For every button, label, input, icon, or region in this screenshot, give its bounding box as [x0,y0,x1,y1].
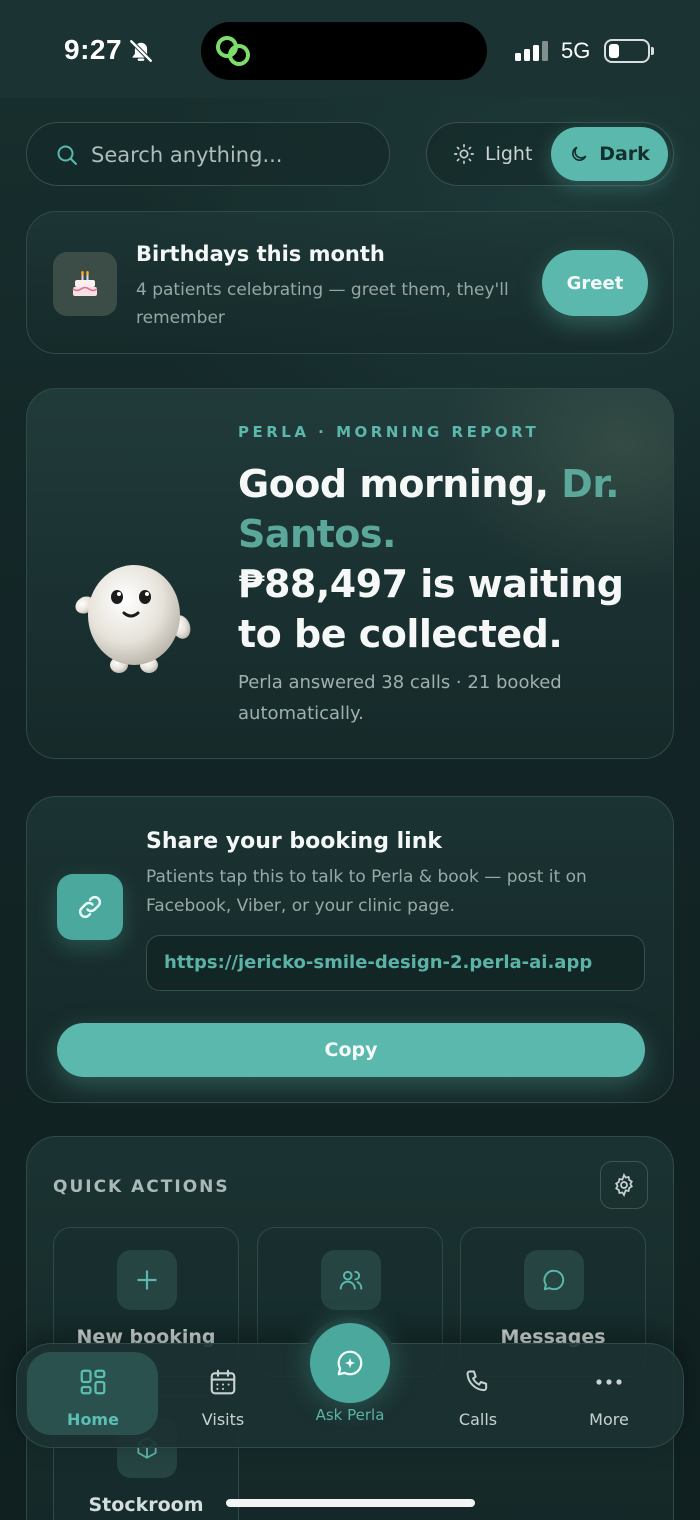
search-bar[interactable]: Search anything... [26,122,390,186]
search-placeholder: Search anything... [91,143,283,167]
search-icon [55,143,79,171]
grid-icon [33,1366,153,1398]
theme-dark-label: Dark [599,143,650,165]
copy-button[interactable]: Copy [57,1023,645,1077]
nav-label: Calls [458,1410,498,1429]
birthday-card: Birthdays this month 4 patients celebrat… [26,211,674,354]
home-indicator [226,1499,475,1507]
theme-dark-option[interactable]: Dark [551,127,668,181]
birthday-title: Birthdays this month [136,242,385,266]
link-icon [57,874,123,940]
ask-perla-button[interactable] [304,1317,396,1409]
theme-light-label: Light [485,143,533,165]
perla-mascot-icon [69,549,199,683]
nav-label: More [589,1410,629,1429]
status-time: 9:27 [64,34,123,65]
network-type: 5G [561,38,591,63]
nav-item-more[interactable]: More [549,1366,669,1429]
report-kicker: PERLA · MORNING REPORT [238,423,540,441]
booking-url-field[interactable]: https://jericko-smile-design-2.perla-ai.… [146,935,645,991]
booking-url: https://jericko-smile-design-2.perla-ai.… [164,952,593,973]
amount-line: ₱88,497 is waiting to be collected. [238,562,624,656]
calendar-icon [163,1366,283,1398]
phone-icon [418,1366,538,1398]
cake-icon [53,252,117,316]
share-title: Share your booking link [146,829,443,854]
nav-item-visits[interactable]: Visits [163,1366,283,1429]
quick-actions-title: QUICK ACTIONS [53,1177,230,1197]
birthday-subtitle: 4 patients celebrating — greet them, the… [136,280,509,328]
report-headline: Good morning, Dr. Santos. ₱88,497 is wai… [238,459,658,659]
nav-label: Home [67,1410,119,1429]
sparkle-chat-icon [310,1323,390,1403]
status-bar: 9:27 5G [0,0,700,98]
greet-button[interactable]: Greet [542,250,648,316]
theme-light-option[interactable]: Light [453,143,532,165]
link-rings-icon [215,34,253,72]
battery-icon [604,39,654,63]
users-icon [321,1250,381,1310]
greeting-prefix: Good morning, [238,462,562,506]
chat-bubble-icon [524,1250,584,1310]
theme-toggle[interactable]: Light Dark [426,122,674,186]
report-summary: Perla answered 38 calls · 21 booked auto… [238,672,562,724]
morning-report-card: PERLA · MORNING REPORT Good morning, Dr.… [26,388,674,759]
moon-icon [572,146,587,161]
signal-icon [515,41,548,61]
quick-action-label: Stockroom [88,1494,204,1516]
dynamic-island [201,22,487,80]
plus-icon [117,1250,177,1310]
nav-label: Visits [201,1410,245,1429]
sun-icon [454,144,474,164]
silent-bell-icon [128,38,154,68]
nav-item-home[interactable]: Home [33,1366,153,1429]
share-link-card: Share your booking link Patients tap thi… [26,796,674,1103]
ask-perla-label: Ask Perla [315,1406,385,1424]
dots-icon [549,1366,669,1398]
nav-item-calls[interactable]: Calls [418,1366,538,1429]
share-subtitle: Patients tap this to talk to Perla & boo… [146,867,587,916]
gear-icon[interactable] [600,1161,648,1209]
